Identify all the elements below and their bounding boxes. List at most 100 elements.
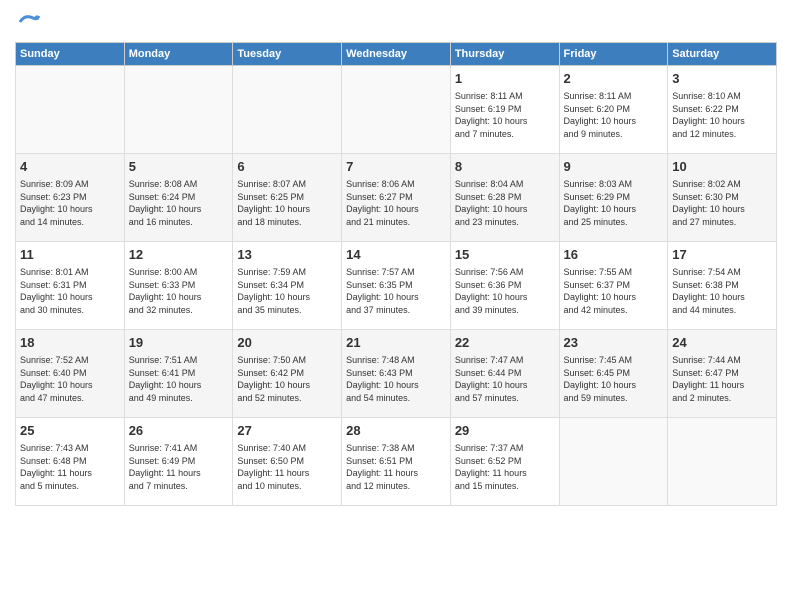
day-info: Sunrise: 8:11 AM Sunset: 6:19 PM Dayligh… xyxy=(455,90,555,140)
day-info: Sunrise: 7:51 AM Sunset: 6:41 PM Dayligh… xyxy=(129,354,229,404)
day-info: Sunrise: 7:38 AM Sunset: 6:51 PM Dayligh… xyxy=(346,442,446,492)
calendar-cell xyxy=(559,418,668,506)
weekday-header-row: SundayMondayTuesdayWednesdayThursdayFrid… xyxy=(16,43,777,66)
day-number: 24 xyxy=(672,334,772,352)
calendar-cell: 21Sunrise: 7:48 AM Sunset: 6:43 PM Dayli… xyxy=(342,330,451,418)
day-number: 15 xyxy=(455,246,555,264)
day-number: 25 xyxy=(20,422,120,440)
day-number: 27 xyxy=(237,422,337,440)
day-number: 8 xyxy=(455,158,555,176)
day-number: 1 xyxy=(455,70,555,88)
day-number: 14 xyxy=(346,246,446,264)
day-info: Sunrise: 7:48 AM Sunset: 6:43 PM Dayligh… xyxy=(346,354,446,404)
day-info: Sunrise: 8:07 AM Sunset: 6:25 PM Dayligh… xyxy=(237,178,337,228)
day-number: 16 xyxy=(564,246,664,264)
calendar-cell xyxy=(124,66,233,154)
calendar-week-4: 18 Sunrise: 7:52 AM Sunset: 6:40 PM Dayli… xyxy=(16,330,777,418)
calendar-cell: 22Sunrise: 7:47 AM Sunset: 6:44 PM Dayli… xyxy=(450,330,559,418)
calendar-cell: 13 Sunrise: 7:59 AM Sunset: 6:34 PM Dayli… xyxy=(233,242,342,330)
day-info: Sunrise: 7:52 AM Sunset: 6:40 PM Dayligh… xyxy=(20,354,120,404)
calendar-week-2: 4 Sunrise: 8:09 AM Sunset: 6:23 PM Daylig… xyxy=(16,154,777,242)
day-number: 3 xyxy=(672,70,772,88)
day-info: Sunrise: 8:06 AM Sunset: 6:27 PM Dayligh… xyxy=(346,178,446,228)
calendar-cell xyxy=(342,66,451,154)
calendar-cell: 12 Sunrise: 8:00 AM Sunset: 6:33 PM Dayli… xyxy=(124,242,233,330)
calendar-cell: 17Sunrise: 7:54 AM Sunset: 6:38 PM Dayli… xyxy=(668,242,777,330)
calendar-cell: 10 Sunrise: 8:02 AM Sunset: 6:30 PM Dayli… xyxy=(668,154,777,242)
calendar-cell: 5 Sunrise: 8:08 AM Sunset: 6:24 PM Daylig… xyxy=(124,154,233,242)
calendar-cell: 8 Sunrise: 8:04 AM Sunset: 6:28 PM Daylig… xyxy=(450,154,559,242)
day-info: Sunrise: 7:57 AM Sunset: 6:35 PM Dayligh… xyxy=(346,266,446,316)
calendar-cell xyxy=(16,66,125,154)
day-number: 6 xyxy=(237,158,337,176)
day-info: Sunrise: 8:09 AM Sunset: 6:23 PM Dayligh… xyxy=(20,178,120,228)
logo-icon xyxy=(15,10,45,34)
day-info: Sunrise: 8:00 AM Sunset: 6:33 PM Dayligh… xyxy=(129,266,229,316)
weekday-header-sunday: Sunday xyxy=(16,43,125,66)
day-info: Sunrise: 7:47 AM Sunset: 6:44 PM Dayligh… xyxy=(455,354,555,404)
day-info: Sunrise: 8:04 AM Sunset: 6:28 PM Dayligh… xyxy=(455,178,555,228)
day-number: 2 xyxy=(564,70,664,88)
calendar-cell: 6 Sunrise: 8:07 AM Sunset: 6:25 PM Daylig… xyxy=(233,154,342,242)
day-info: Sunrise: 8:08 AM Sunset: 6:24 PM Dayligh… xyxy=(129,178,229,228)
weekday-header-saturday: Saturday xyxy=(668,43,777,66)
day-info: Sunrise: 7:40 AM Sunset: 6:50 PM Dayligh… xyxy=(237,442,337,492)
calendar-cell: 7 Sunrise: 8:06 AM Sunset: 6:27 PM Daylig… xyxy=(342,154,451,242)
calendar-cell xyxy=(233,66,342,154)
calendar-cell: 27 Sunrise: 7:40 AM Sunset: 6:50 PM Dayli… xyxy=(233,418,342,506)
day-number: 11 xyxy=(20,246,120,264)
calendar-cell: 1 Sunrise: 8:11 AM Sunset: 6:19 PM Daylig… xyxy=(450,66,559,154)
day-number: 5 xyxy=(129,158,229,176)
day-info: Sunrise: 8:10 AM Sunset: 6:22 PM Dayligh… xyxy=(672,90,772,140)
day-info: Sunrise: 8:01 AM Sunset: 6:31 PM Dayligh… xyxy=(20,266,120,316)
day-number: 10 xyxy=(672,158,772,176)
calendar-cell xyxy=(668,418,777,506)
calendar-table: SundayMondayTuesdayWednesdayThursdayFrid… xyxy=(15,42,777,506)
day-info: Sunrise: 7:55 AM Sunset: 6:37 PM Dayligh… xyxy=(564,266,664,316)
day-info: Sunrise: 7:43 AM Sunset: 6:48 PM Dayligh… xyxy=(20,442,120,492)
calendar-cell: 3 Sunrise: 8:10 AM Sunset: 6:22 PM Daylig… xyxy=(668,66,777,154)
day-number: 26 xyxy=(129,422,229,440)
calendar-cell: 11 Sunrise: 8:01 AM Sunset: 6:31 PM Dayli… xyxy=(16,242,125,330)
calendar-week-5: 25 Sunrise: 7:43 AM Sunset: 6:48 PM Dayli… xyxy=(16,418,777,506)
day-info: Sunrise: 7:59 AM Sunset: 6:34 PM Dayligh… xyxy=(237,266,337,316)
calendar-cell: 4 Sunrise: 8:09 AM Sunset: 6:23 PM Daylig… xyxy=(16,154,125,242)
weekday-header-wednesday: Wednesday xyxy=(342,43,451,66)
day-info: Sunrise: 7:50 AM Sunset: 6:42 PM Dayligh… xyxy=(237,354,337,404)
calendar-cell: 14 Sunrise: 7:57 AM Sunset: 6:35 PM Dayli… xyxy=(342,242,451,330)
day-number: 12 xyxy=(129,246,229,264)
calendar-container: SundayMondayTuesdayWednesdayThursdayFrid… xyxy=(0,0,792,516)
day-number: 18 xyxy=(20,334,120,352)
calendar-cell: 24Sunrise: 7:44 AM Sunset: 6:47 PM Dayli… xyxy=(668,330,777,418)
logo xyxy=(15,10,47,34)
day-number: 7 xyxy=(346,158,446,176)
calendar-cell: 26 Sunrise: 7:41 AM Sunset: 6:49 PM Dayli… xyxy=(124,418,233,506)
weekday-header-tuesday: Tuesday xyxy=(233,43,342,66)
day-number: 13 xyxy=(237,246,337,264)
day-info: Sunrise: 7:41 AM Sunset: 6:49 PM Dayligh… xyxy=(129,442,229,492)
calendar-cell: 25 Sunrise: 7:43 AM Sunset: 6:48 PM Dayli… xyxy=(16,418,125,506)
calendar-cell: 16 Sunrise: 7:55 AM Sunset: 6:37 PM Dayli… xyxy=(559,242,668,330)
day-info: Sunrise: 7:37 AM Sunset: 6:52 PM Dayligh… xyxy=(455,442,555,492)
weekday-header-friday: Friday xyxy=(559,43,668,66)
calendar-cell: 18 Sunrise: 7:52 AM Sunset: 6:40 PM Dayli… xyxy=(16,330,125,418)
weekday-header-thursday: Thursday xyxy=(450,43,559,66)
calendar-week-3: 11 Sunrise: 8:01 AM Sunset: 6:31 PM Dayli… xyxy=(16,242,777,330)
day-number: 28 xyxy=(346,422,446,440)
day-number: 19 xyxy=(129,334,229,352)
day-info: Sunrise: 8:11 AM Sunset: 6:20 PM Dayligh… xyxy=(564,90,664,140)
header-row xyxy=(15,10,777,34)
day-number: 29 xyxy=(455,422,555,440)
calendar-cell: 19 Sunrise: 7:51 AM Sunset: 6:41 PM Dayli… xyxy=(124,330,233,418)
day-info: Sunrise: 8:02 AM Sunset: 6:30 PM Dayligh… xyxy=(672,178,772,228)
calendar-cell: 15Sunrise: 7:56 AM Sunset: 6:36 PM Dayli… xyxy=(450,242,559,330)
calendar-cell: 28 Sunrise: 7:38 AM Sunset: 6:51 PM Dayli… xyxy=(342,418,451,506)
day-number: 4 xyxy=(20,158,120,176)
calendar-cell: 9 Sunrise: 8:03 AM Sunset: 6:29 PM Daylig… xyxy=(559,154,668,242)
day-info: Sunrise: 8:03 AM Sunset: 6:29 PM Dayligh… xyxy=(564,178,664,228)
day-number: 17 xyxy=(672,246,772,264)
day-number: 9 xyxy=(564,158,664,176)
weekday-header-monday: Monday xyxy=(124,43,233,66)
calendar-cell: 23Sunrise: 7:45 AM Sunset: 6:45 PM Dayli… xyxy=(559,330,668,418)
calendar-cell: 29 Sunrise: 7:37 AM Sunset: 6:52 PM Dayli… xyxy=(450,418,559,506)
